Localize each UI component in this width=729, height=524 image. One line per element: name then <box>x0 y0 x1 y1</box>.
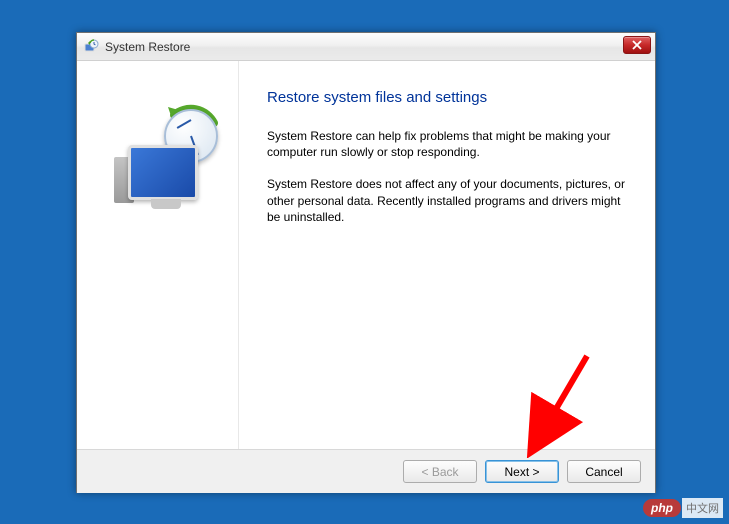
system-restore-window: System Restore Restore system files and … <box>76 32 656 493</box>
back-button: < Back <box>403 460 477 483</box>
close-icon <box>632 40 642 50</box>
wizard-footer: < Back Next > Cancel <box>77 449 655 493</box>
wizard-main: Restore system files and settings System… <box>239 61 655 449</box>
next-button[interactable]: Next > <box>485 460 559 483</box>
description-paragraph-2: System Restore does not affect any of yo… <box>267 176 627 225</box>
content-area: Restore system files and settings System… <box>77 61 655 449</box>
system-restore-icon <box>83 39 99 55</box>
system-restore-illustration <box>98 105 218 225</box>
watermark-text: 中文网 <box>682 498 723 518</box>
page-heading: Restore system files and settings <box>267 89 627 106</box>
watermark-badge: php <box>643 499 681 517</box>
wizard-sidebar <box>77 61 239 449</box>
window-title: System Restore <box>105 40 190 54</box>
close-button[interactable] <box>623 36 651 54</box>
cancel-button[interactable]: Cancel <box>567 460 641 483</box>
titlebar[interactable]: System Restore <box>77 33 655 61</box>
watermark: php 中文网 <box>643 498 723 518</box>
description-paragraph-1: System Restore can help fix problems tha… <box>267 128 627 160</box>
